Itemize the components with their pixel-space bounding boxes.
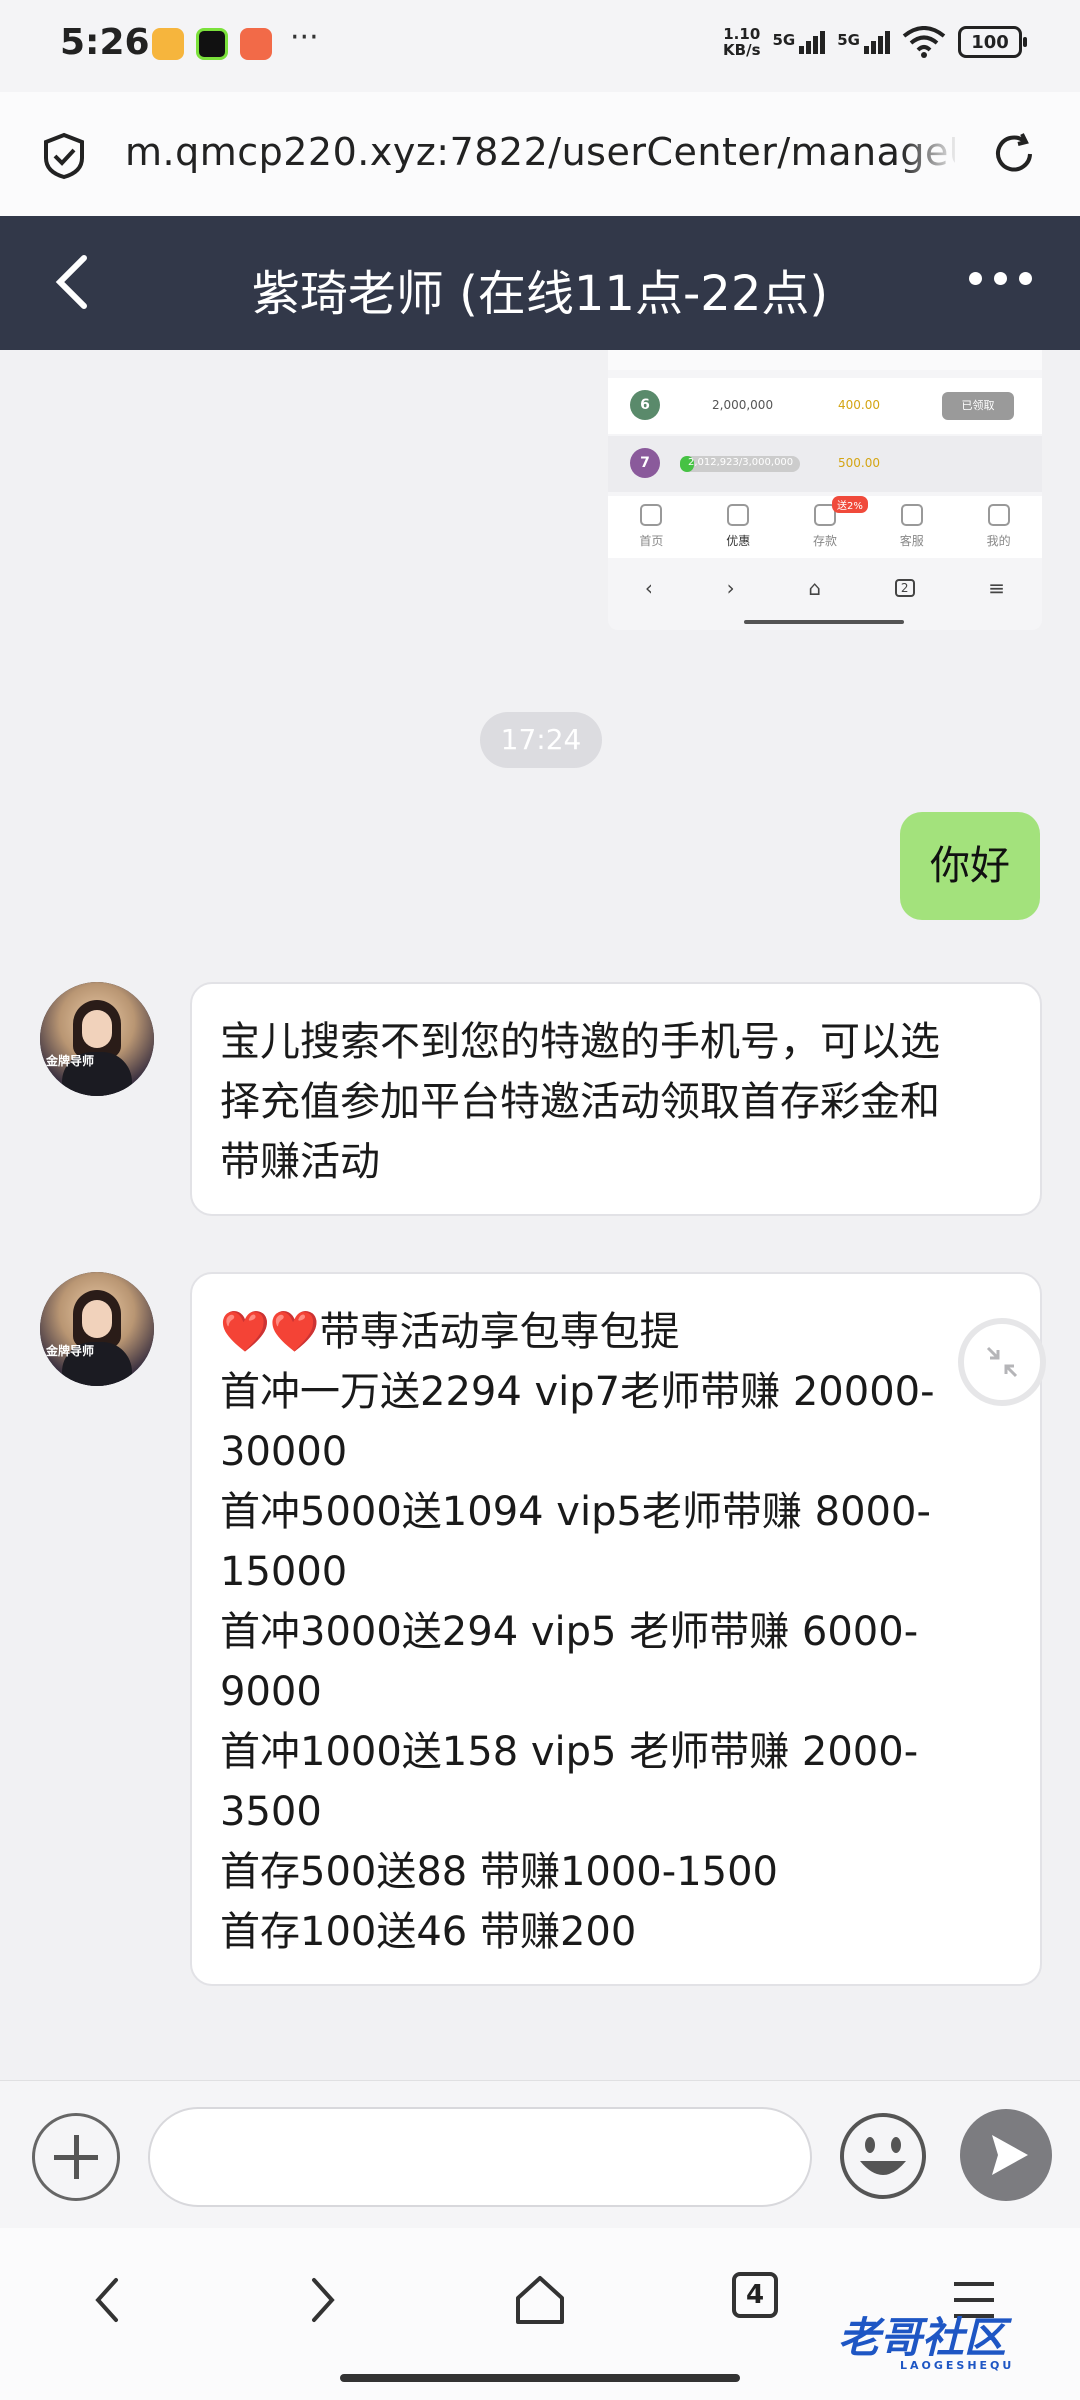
browser-back-icon[interactable] [78,2270,138,2330]
message-line: 首存500送88 带赚1000-1500 [220,1849,778,1895]
screenshot-badge: 送2% [832,496,868,513]
progress-text: 2,012,923/3,000,000 [688,457,794,468]
message-line: 30000 [220,1429,348,1475]
screenshot-tab-home: 首页 [608,496,695,558]
claimed-button: 已领取 [942,392,1014,420]
floating-collapse-button[interactable] [958,1318,1046,1406]
send-button[interactable] [960,2109,1052,2201]
network-speed-unit: KB/s [723,41,761,59]
emoji-icon[interactable] [838,2111,928,2201]
signal-2-label: 5G [837,30,860,49]
avatar-label: 金牌导师 [46,1344,95,1358]
more-notifications-icon: ··· [290,19,319,55]
battery-icon: 100 [958,26,1027,58]
screenshot-tabbar: 首页 优惠 存款 客服 我的 [608,496,1042,558]
security-shield-icon[interactable] [42,132,86,180]
red-app-icon [240,28,272,60]
home-indicator[interactable] [340,2374,740,2382]
screenshot-row-level-6: 6 2,000,000 400.00 已领取 [608,378,1042,434]
signal-icon-2: 5G [837,30,890,54]
back-icon[interactable] [52,252,92,312]
message-line: 首冲一万送2294 vip7老师带赚 20000- [220,1369,935,1415]
message-line: 带赚活动 [220,1139,380,1185]
message-line: 3500 [220,1789,322,1835]
screenshot-home-indicator [744,620,904,624]
shared-screenshot-image[interactable]: 6 2,000,000 400.00 已领取 7 2,012,923/3,000… [608,350,1042,630]
more-options-icon[interactable] [969,272,1032,285]
outgoing-message[interactable]: 你好 [900,812,1040,920]
screenshot-back-icon: ‹ [644,576,653,600]
message-line-text: 带専活动享包専包提 [319,1309,680,1355]
message-line: 首存100送46 带赚200 [220,1909,637,1955]
browser-forward-icon[interactable] [292,2270,352,2330]
agent-avatar[interactable]: 金牌导师 [40,982,154,1096]
screenshot-home-icon: ⌂ [808,576,822,600]
message-input[interactable] [148,2107,812,2207]
row-points: 400.00 [838,398,880,412]
agent-avatar[interactable]: 金牌导师 [40,1272,154,1386]
browser-nav-bar: 4 老哥社区 LAOGESHEQU [0,2228,1080,2400]
row-points: 500.00 [838,456,880,470]
add-attachment-button[interactable] [32,2113,120,2201]
screenshot-navbar: ‹ › ⌂ 2 ≡ [608,560,1042,616]
watermark-subtext: LAOGESHEQU [900,2359,1015,2372]
network-speed: 1.10 KB/s [723,26,760,58]
wifi-icon [902,26,946,58]
watermark-text: 老哥社区 [838,2313,1007,2362]
row-amount: 2,000,000 [712,398,774,412]
chat-header: 紫琦老师 (在线11点-22点) [0,216,1080,350]
collapse-arrows-icon [986,1346,1018,1378]
status-bar: 5:26 ··· 1.10 KB/s 5G 5G 100 [0,0,1080,92]
message-timestamp: 17:24 [480,712,602,768]
reload-icon[interactable] [990,130,1038,178]
level-badge: 6 [630,390,660,420]
message-line: 首冲3000送294 vip5 老师带赚 6000- [220,1609,919,1655]
screenshot-tab-promo: 优惠 [695,496,782,558]
network-speed-value: 1.10 [723,25,761,43]
avatar-label: 金牌导师 [46,1054,95,1068]
send-arrow-icon [992,2135,1028,2175]
screenshot-tabs-count: 2 [894,579,915,597]
browser-home-icon[interactable] [510,2270,570,2330]
notification-icons: ··· [152,20,319,60]
status-right: 1.10 KB/s 5G 5G 100 [723,26,1027,58]
message-input-bar [0,2080,1080,2229]
status-time: 5:26 [60,22,150,63]
notes-app-icon [152,28,184,60]
message-line: ❤️❤️带専活动享包専包提 [220,1302,1012,1362]
signal-1-label: 5G [772,30,796,49]
watermark-logo: 老哥社区 LAOGESHEQU [838,2304,1014,2372]
message-line: 9000 [220,1669,322,1715]
level-badge: 7 [630,448,660,478]
green-app-icon [196,28,228,60]
signal-icon-1: 5G [772,30,826,54]
url-fade [900,130,960,180]
message-line: 宝儿搜索不到您的特邀的手机号，可以选 [220,1019,940,1065]
incoming-message[interactable]: ❤️❤️带専活动享包専包提 首冲一万送2294 vip7老师带赚 20000- … [190,1272,1042,1986]
chat-title: 紫琦老师 (在线11点-22点) [251,266,829,322]
screenshot-row-level-7: 7 2,012,923/3,000,000 500.00 [608,436,1042,492]
message-line: 15000 [220,1549,348,1595]
heart-emoji: ❤️❤️ [220,1309,320,1355]
message-line: 首冲5000送1094 vip5老师带赚 8000- [220,1489,931,1535]
message-line: 择充值参加平台特邀活动领取首存彩金和 [220,1079,940,1125]
chat-messages[interactable]: 6 2,000,000 400.00 已领取 7 2,012,923/3,000… [0,350,1080,2080]
screenshot-forward-icon: › [726,576,735,600]
message-line: 首冲1000送158 vip5 老师带赚 2000- [220,1729,919,1775]
incoming-message[interactable]: 宝儿搜索不到您的特邀的手机号，可以选 择充值参加平台特邀活动领取首存彩金和 带赚… [190,982,1042,1216]
screenshot-tab-me: 我的 [955,496,1042,558]
screenshot-menu-icon: ≡ [988,576,1006,600]
browser-url-bar: m.qmcp220.xyz:7822/userCenter/manageUSI [0,92,1080,216]
screenshot-row-partial [608,350,1042,370]
browser-tabs-button[interactable]: 4 [732,2272,778,2318]
screenshot-tab-service: 客服 [868,496,955,558]
url-text[interactable]: m.qmcp220.xyz:7822/userCenter/manageUSI [125,130,955,180]
